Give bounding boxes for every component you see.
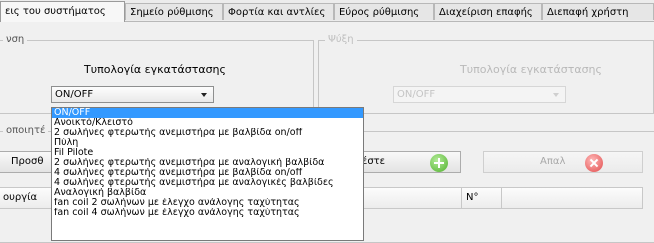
tab-contact-management[interactable]: Διαχείριση επαφής: [434, 3, 542, 20]
close-icon: [585, 154, 603, 172]
cooling-installation-type-value: ON/OFF: [397, 89, 436, 100]
left-grid-header: ουργία: [0, 187, 58, 209]
tab-user-interface[interactable]: Διεπαφή χρήστη: [542, 3, 654, 20]
tab-strip: εις του συστήματος Σημείο ρύθμισης Φορτί…: [0, 0, 654, 22]
right-grid-column-number[interactable]: N°: [462, 188, 502, 208]
cooling-installation-type-label: Τυπολογία εγκατάστασης: [460, 63, 602, 76]
plus-icon: [430, 154, 448, 172]
tab-system[interactable]: εις του συστήματος: [0, 1, 125, 22]
dropdown-option[interactable]: Fil Pilote: [52, 148, 363, 158]
dropdown-option[interactable]: 4 σωλήνες φτερωτής ανεμιστήρα με βαλβίδα…: [52, 168, 363, 178]
tab-range[interactable]: Εύρος ρύθμισης: [334, 3, 434, 20]
delete-button[interactable]: Απαλ: [483, 151, 643, 173]
tab-loads-pumps[interactable]: Φορτία και αντλίες: [223, 3, 334, 20]
add-button-left[interactable]: Προσθ: [0, 151, 58, 173]
heating-group-title: νση: [3, 34, 28, 45]
delete-button-label: Απαλ: [540, 156, 566, 167]
tab-setpoint[interactable]: Σημείο ρύθμισης: [125, 3, 223, 20]
cooling-group-title: Ψύξη: [325, 34, 357, 45]
left-grid-column-function[interactable]: ουργία: [0, 188, 57, 208]
installation-type-label: Τυπολογία εγκατάστασης: [84, 63, 226, 76]
dropdown-option[interactable]: Αναλογική βαλβίδα: [52, 188, 363, 198]
dropdown-option[interactable]: Ανοικτό/Κλειστό: [52, 118, 363, 128]
chevron-down-icon: [201, 93, 207, 97]
cooling-installation-type-select[interactable]: ON/OFF: [393, 86, 566, 103]
installation-type-select[interactable]: ON/OFF: [51, 86, 214, 103]
dropdown-option[interactable]: Πύλη: [52, 138, 363, 148]
add-button-left-label: Προσθ: [11, 156, 44, 167]
right-grid-header: ργία N°: [331, 187, 643, 209]
dropdown-option[interactable]: fan coil 2 σωλήνων με έλεγχο ανάλογης τα…: [52, 198, 363, 208]
dropdown-option[interactable]: 2 σωλήνες φτερωτής ανεμιστήρα με αναλογι…: [52, 158, 363, 168]
dropdown-option[interactable]: fan coil 4 σωλήνων με έλεγχο ανάλογης τα…: [52, 208, 363, 218]
lower-group-title: οποιητέ: [3, 125, 49, 136]
dropdown-option[interactable]: 4 σωλήνες φτερωτής ανεμιστήρα με αναλογι…: [52, 178, 363, 188]
dropdown-option[interactable]: 2 σωλήνες φτερωτής ανεμιστήρα με βαλβίδα…: [52, 128, 363, 138]
chevron-down-icon: [553, 93, 559, 97]
dropdown-option[interactable]: ON/OFF: [52, 108, 363, 118]
installation-type-dropdown-list: ON/OFF Ανοικτό/Κλειστό 2 σωλήνες φτερωτή…: [51, 107, 364, 241]
installation-type-value: ON/OFF: [55, 89, 94, 100]
